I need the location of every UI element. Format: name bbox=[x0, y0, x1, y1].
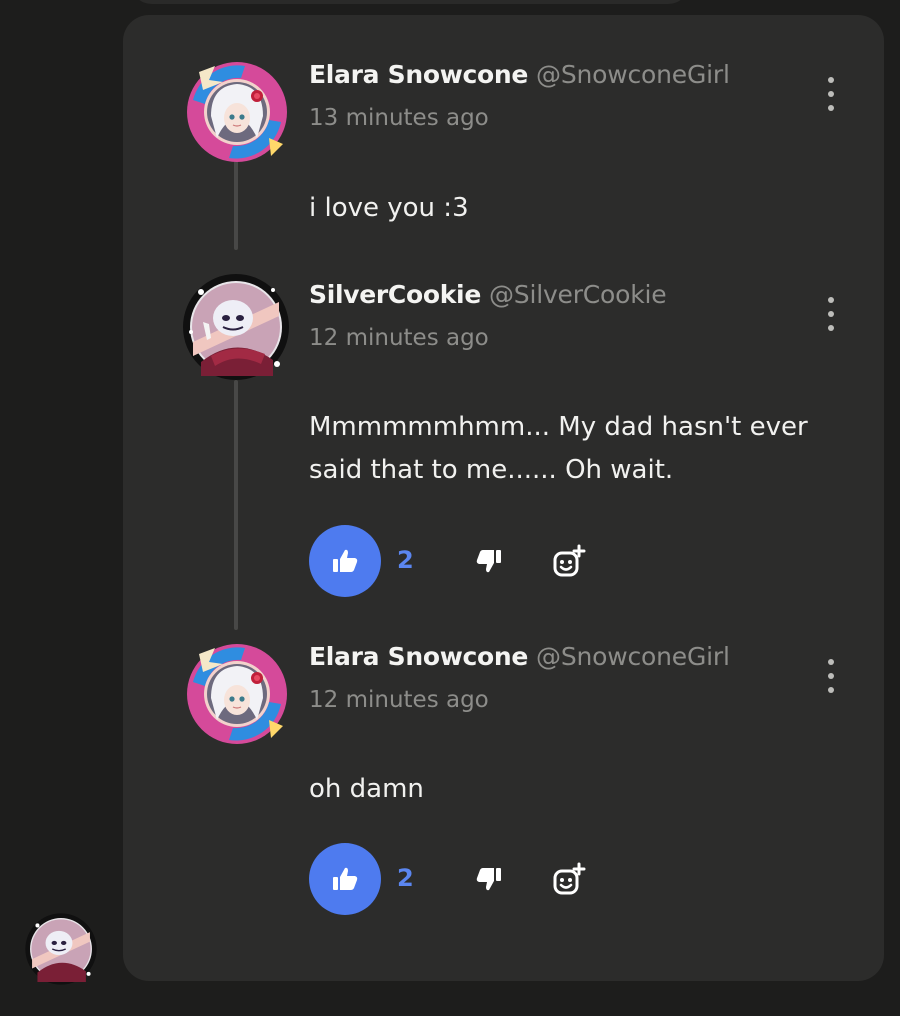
add-reaction-button[interactable] bbox=[547, 857, 591, 901]
comment-timestamp: 12 minutes ago bbox=[309, 687, 489, 713]
like-button[interactable] bbox=[309, 525, 381, 597]
white-haired-anime-girl-avatar[interactable] bbox=[185, 60, 289, 164]
white-haired-anime-girl-avatar[interactable] bbox=[185, 642, 289, 746]
comments-screen: Elara Snowcone @SnowconeGirl 13 minutes a… bbox=[0, 0, 900, 1016]
thread-connector bbox=[234, 380, 238, 630]
add-reaction-button[interactable] bbox=[547, 539, 591, 583]
add-reaction-icon bbox=[553, 544, 586, 577]
comment-timestamp: 13 minutes ago bbox=[309, 105, 489, 131]
current-user-avatar[interactable] bbox=[24, 912, 98, 986]
like-count: 2 bbox=[397, 864, 414, 892]
comment-header: SilverCookie @SilverCookie bbox=[309, 280, 667, 310]
more-options-icon[interactable] bbox=[820, 297, 842, 331]
more-options-icon[interactable] bbox=[820, 77, 842, 111]
author-name[interactable]: Elara Snowcone bbox=[309, 642, 528, 671]
dislike-button[interactable] bbox=[469, 859, 509, 899]
comment-body: Mmmmmmhmm... My dad hasn't ever said tha… bbox=[309, 412, 808, 485]
add-reaction-icon bbox=[553, 862, 586, 895]
comment-body: oh damn bbox=[309, 774, 424, 804]
thumbs-down-icon bbox=[476, 868, 501, 891]
thumbs-up-icon bbox=[333, 549, 358, 572]
author-name[interactable]: SilverCookie bbox=[309, 280, 481, 309]
comment-header: Elara Snowcone @SnowconeGirl bbox=[309, 642, 730, 672]
comment-timestamp: 12 minutes ago bbox=[309, 325, 489, 351]
author-handle[interactable]: @SilverCookie bbox=[489, 280, 667, 309]
thread-connector bbox=[234, 160, 238, 250]
comment-header: Elara Snowcone @SnowconeGirl bbox=[309, 60, 730, 90]
comment-body: i love you :3 bbox=[309, 193, 469, 223]
skeleton-character-avatar[interactable] bbox=[181, 272, 291, 382]
thumbs-down-icon bbox=[476, 550, 501, 573]
author-handle[interactable]: @SnowconeGirl bbox=[536, 60, 730, 89]
dislike-button[interactable] bbox=[469, 541, 509, 581]
like-button[interactable] bbox=[309, 843, 381, 915]
comment-actions: 2 bbox=[309, 843, 629, 915]
like-count: 2 bbox=[397, 546, 414, 574]
author-handle[interactable]: @SnowconeGirl bbox=[536, 642, 730, 671]
more-options-icon[interactable] bbox=[820, 659, 842, 693]
author-name[interactable]: Elara Snowcone bbox=[309, 60, 528, 89]
comment-actions: 2 bbox=[309, 525, 629, 597]
previous-comment-card bbox=[130, 0, 690, 4]
thumbs-up-icon bbox=[333, 867, 358, 890]
